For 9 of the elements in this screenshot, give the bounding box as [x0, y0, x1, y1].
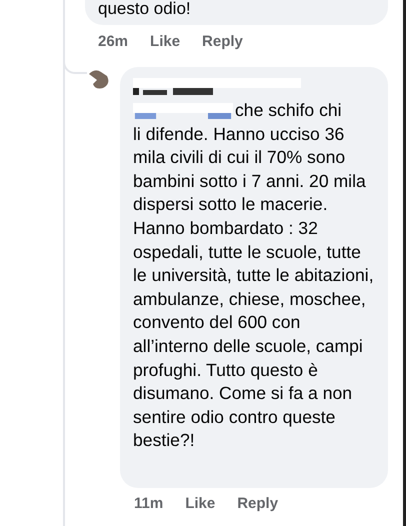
- comment-text: che schifo chi: [235, 99, 342, 122]
- reply-link[interactable]: Reply: [202, 31, 243, 54]
- like-link[interactable]: Like: [185, 493, 216, 516]
- reply-link[interactable]: Reply: [237, 493, 278, 516]
- comment-time: 26m: [98, 32, 128, 52]
- comment-text: li difende. Hanno ucciso 36 mila civili di cui il 70% sono bambini sotto i 7 anni. 20 mila dispersi sotto le macerie. Hanno bombardato : 32 ospedali, tutte le scuole, tutte le università, tutte le abitazioni, ambulanze, chiese, moschee, convento del 600 con all’interno delle scuole, campi profughi. Tutto questo è disumano. Come si fa a non sentire odio contro queste bestie?!: [133, 122, 375, 452]
- comment-time: 11m: [134, 494, 164, 514]
- comment-text: questo odio!: [98, 0, 191, 20]
- like-link[interactable]: Like: [150, 31, 180, 54]
